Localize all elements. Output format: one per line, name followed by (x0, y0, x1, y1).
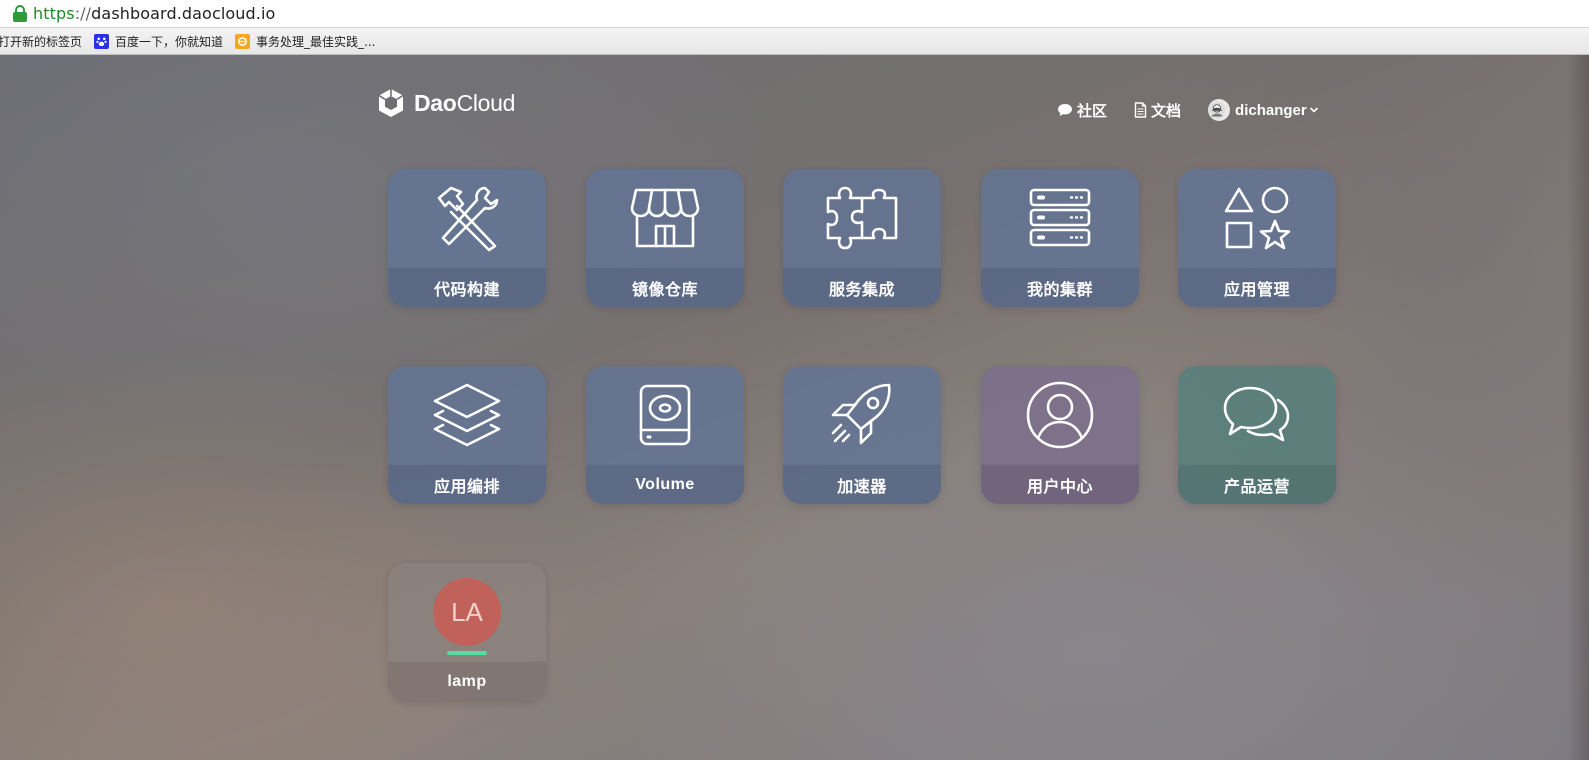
orange-app-icon (235, 33, 251, 49)
baidu-paw-icon (94, 33, 110, 49)
tile-label: Volume (586, 464, 744, 504)
tile-app-management[interactable]: 应用管理 (1178, 169, 1336, 307)
tile-my-cluster[interactable]: 我的集群 (981, 169, 1139, 307)
top-nav: 社区 文档 dichanger (1057, 99, 1319, 121)
tile-user-center[interactable]: 用户中心 (981, 366, 1139, 504)
tile-volume[interactable]: Volume (586, 366, 744, 504)
bookmark-transaction[interactable]: 事务处理_最佳实践_... (235, 33, 375, 50)
shapes-icon (1224, 186, 1291, 250)
daocloud-cube-icon (378, 89, 404, 117)
bookmark-baidu[interactable]: 百度一下，你就知道 (94, 33, 223, 50)
tile-label: 应用管理 (1178, 267, 1336, 307)
chevron-down-icon (1309, 107, 1318, 113)
tile-label: 加速器 (783, 464, 941, 504)
tile-label: 镜像仓库 (586, 267, 744, 307)
daocloud-logo[interactable]: DaoCloud (376, 87, 515, 119)
app-avatar-badge: LA (433, 578, 501, 646)
bookmark-new-tab[interactable]: 打开新的标签页 (0, 33, 82, 50)
tile-accelerator[interactable]: 加速器 (783, 366, 941, 504)
page-edge-shadow (1567, 55, 1589, 760)
tile-label: 服务集成 (783, 267, 941, 307)
tile-image-repo[interactable]: 镜像仓库 (586, 169, 744, 307)
avatar (1208, 99, 1231, 121)
secure-lock-icon (12, 4, 28, 23)
comment-icon (1058, 104, 1072, 116)
rocket-icon (831, 383, 891, 445)
nav-community[interactable]: 社区 (1057, 100, 1107, 121)
chat-bubbles-icon (1223, 386, 1290, 442)
tile-label: lamp (388, 661, 546, 701)
url-text[interactable]: https://dashboard.daocloud.io (33, 4, 275, 23)
store-icon (630, 188, 700, 248)
user-circle-icon (1026, 381, 1094, 449)
tile-label: 应用编排 (388, 464, 546, 504)
hammer-wrench-icon (437, 186, 499, 252)
tile-label: 用户中心 (981, 464, 1139, 504)
tile-app-orchestration[interactable]: 应用编排 (388, 366, 546, 504)
document-icon (1134, 102, 1147, 118)
app-tile-lamp[interactable]: LA lamp (388, 563, 546, 701)
layers-icon (433, 383, 501, 447)
disk-drive-icon (639, 384, 691, 446)
tile-label: 产品运营 (1178, 464, 1336, 504)
user-menu[interactable]: dichanger (1208, 99, 1319, 121)
address-bar[interactable]: https://dashboard.daocloud.io (0, 0, 1589, 28)
tile-service-integration[interactable]: 服务集成 (783, 169, 941, 307)
bookmarks-bar: 打开新的标签页 百度一下，你就知道 事务处理_最佳实践_... (0, 28, 1589, 55)
puzzle-icon (826, 186, 898, 250)
tile-code-build[interactable]: 代码构建 (388, 169, 546, 307)
nav-docs[interactable]: 文档 (1134, 100, 1181, 121)
user-avatar-icon (1208, 101, 1226, 119)
dashboard-page: DaoCloud 社区 文档 dichanger 代码构建 镜像仓库 服务集成 … (0, 55, 1589, 760)
tile-label: 代码构建 (388, 267, 546, 307)
tile-label: 我的集群 (981, 267, 1139, 307)
tile-product-ops[interactable]: 产品运营 (1178, 366, 1336, 504)
server-stack-icon (1029, 188, 1091, 247)
app-status-indicator (447, 651, 487, 655)
